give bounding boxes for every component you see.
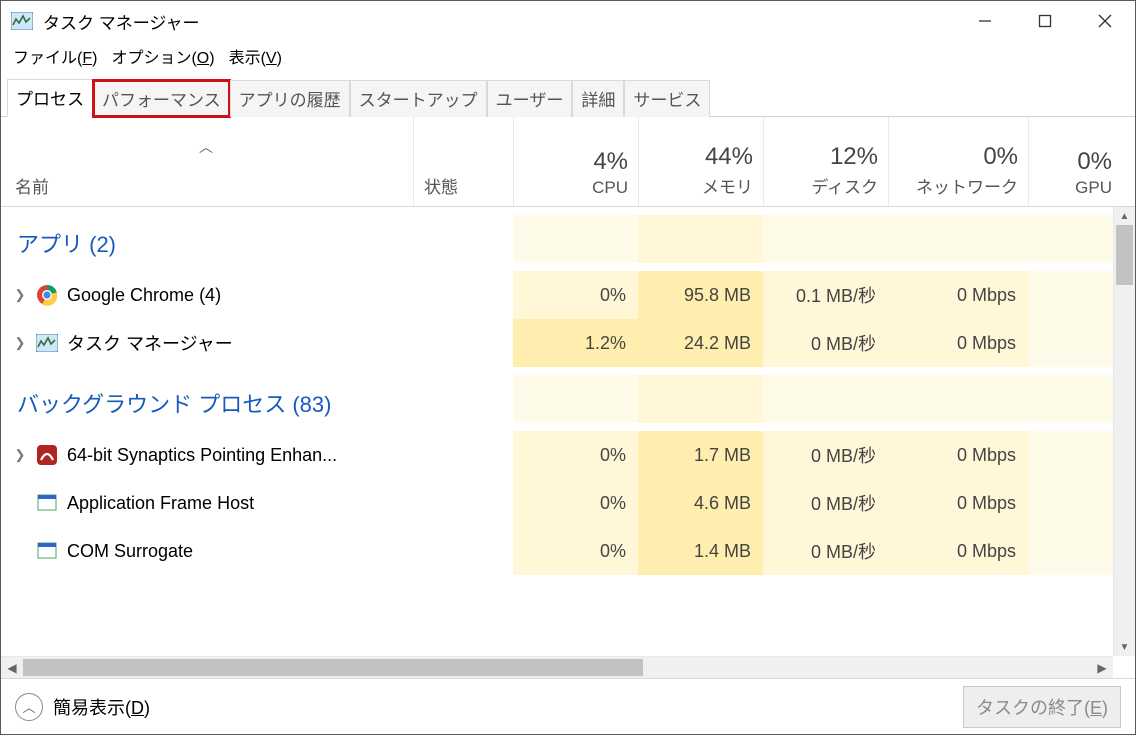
disk-value: 0.1 MB/秒 xyxy=(763,271,888,319)
chevron-up-icon: ︿ xyxy=(15,693,43,721)
cpu-value: 0% xyxy=(513,527,638,575)
process-grid: ︿ 名前 状態 4% CPU 44% メモリ 12% ディスク 0% ネットワー… xyxy=(1,117,1135,678)
end-task-button[interactable]: タスクの終了(E) xyxy=(963,686,1121,728)
process-row[interactable]: ❯ Application Frame Host 0% 4.6 MB 0 MB/… xyxy=(1,479,1113,527)
disk-value: 0 MB/秒 xyxy=(763,319,888,367)
grid-body: アプリ (2) ❯ xyxy=(1,207,1135,656)
network-value: 0 Mbps xyxy=(888,479,1028,527)
maximize-button[interactable] xyxy=(1015,1,1075,41)
menubar: ファイル(F) オプション(O) 表示(V) xyxy=(1,41,1135,71)
process-row[interactable]: ❯ 64-bit Synaptics Pointing Enhan... 0% … xyxy=(1,431,1113,479)
network-value: 0 Mbps xyxy=(888,319,1028,367)
titlebar: タスク マネージャー xyxy=(1,1,1135,41)
memory-value: 24.2 MB xyxy=(638,319,763,367)
memory-value: 95.8 MB xyxy=(638,271,763,319)
scrollbar-thumb[interactable] xyxy=(1116,225,1133,285)
group-background-row: バックグラウンド プロセス (83) xyxy=(1,367,1113,431)
scroll-left-icon[interactable]: ◀ xyxy=(1,657,23,678)
process-row[interactable]: ❯ COM Surrogate 0% 1.4 MB 0 MB/秒 0 M xyxy=(1,527,1113,575)
header-gpu[interactable]: 0% GPU xyxy=(1028,117,1122,206)
scroll-right-icon[interactable]: ▶ xyxy=(1091,657,1113,678)
group-background-header[interactable]: バックグラウンド プロセス (83) xyxy=(1,367,413,431)
disk-value: 0 MB/秒 xyxy=(763,527,888,575)
network-value: 0 Mbps xyxy=(888,527,1028,575)
tab-performance[interactable]: パフォーマンス xyxy=(93,80,230,117)
rows-container: アプリ (2) ❯ xyxy=(1,207,1113,656)
cpu-value: 1.2% xyxy=(513,319,638,367)
row-name-cell: ❯ タスク マネージャー xyxy=(1,319,413,367)
chrome-icon xyxy=(35,283,59,307)
generic-program-icon xyxy=(35,539,59,563)
tab-services[interactable]: サービス xyxy=(624,80,710,117)
tab-details[interactable]: 詳細 xyxy=(572,80,624,117)
tab-startup[interactable]: スタートアップ xyxy=(350,80,487,117)
network-value: 0 Mbps xyxy=(888,271,1028,319)
menu-view[interactable]: 表示(V) xyxy=(225,42,292,70)
footer: ︿ 簡易表示(D) タスクの終了(E) xyxy=(1,678,1135,734)
sort-indicator-icon: ︿ xyxy=(199,137,213,157)
disk-value: 0 MB/秒 xyxy=(763,479,888,527)
process-name: Application Frame Host xyxy=(67,493,254,514)
window-controls xyxy=(955,1,1135,41)
fewer-details-button[interactable]: ︿ 簡易表示(D) xyxy=(15,693,150,721)
header-disk[interactable]: 12% ディスク xyxy=(763,117,888,206)
tab-processes[interactable]: プロセス xyxy=(7,79,93,117)
vertical-scrollbar[interactable]: ▲ ▼ xyxy=(1113,207,1135,656)
task-manager-window: タスク マネージャー ファイル(F) オプション(O) 表示(V) xyxy=(0,0,1136,735)
process-name: Google Chrome (4) xyxy=(67,285,221,306)
tab-app-history[interactable]: アプリの履歴 xyxy=(230,80,350,117)
process-name: 64-bit Synaptics Pointing Enhan... xyxy=(67,445,337,466)
expand-toggle-icon[interactable]: ❯ xyxy=(13,447,27,463)
row-name-cell: ❯ 64-bit Synaptics Pointing Enhan... xyxy=(1,431,413,479)
memory-value: 1.4 MB xyxy=(638,527,763,575)
header-memory[interactable]: 44% メモリ xyxy=(638,117,763,206)
window-title: タスク マネージャー xyxy=(43,9,955,34)
scroll-down-icon[interactable]: ▼ xyxy=(1114,638,1135,656)
row-name-cell: ❯ Application Frame Host xyxy=(1,479,413,527)
tab-users[interactable]: ユーザー xyxy=(487,80,573,117)
close-button[interactable] xyxy=(1075,1,1135,41)
scrollbar-thumb[interactable] xyxy=(23,659,643,676)
horizontal-scrollbar[interactable]: ◀ ▶ xyxy=(1,656,1113,678)
group-apps-row: アプリ (2) xyxy=(1,207,1113,271)
header-network[interactable]: 0% ネットワーク xyxy=(888,117,1028,206)
row-name-cell: ❯ Google Chrome (4) xyxy=(1,271,413,319)
memory-value: 1.7 MB xyxy=(638,431,763,479)
minimize-button[interactable] xyxy=(955,1,1015,41)
menu-options[interactable]: オプション(O) xyxy=(107,42,224,70)
header-cpu[interactable]: 4% CPU xyxy=(513,117,638,206)
cpu-value: 0% xyxy=(513,271,638,319)
expand-toggle-icon[interactable]: ❯ xyxy=(13,335,27,351)
synaptics-icon xyxy=(35,443,59,467)
process-row[interactable]: ❯ タスク マネージャー 1.2% 24.2 MB 0 MB/秒 0 M xyxy=(1,319,1113,367)
group-apps-header[interactable]: アプリ (2) xyxy=(1,207,413,271)
column-headers: ︿ 名前 状態 4% CPU 44% メモリ 12% ディスク 0% ネットワー… xyxy=(1,117,1135,207)
tab-bar: プロセス パフォーマンス アプリの履歴 スタートアップ ユーザー 詳細 サービス xyxy=(1,79,1135,117)
cpu-value: 0% xyxy=(513,431,638,479)
disk-value: 0 MB/秒 xyxy=(763,431,888,479)
row-name-cell: ❯ COM Surrogate xyxy=(1,527,413,575)
scroll-up-icon[interactable]: ▲ xyxy=(1114,207,1135,225)
task-manager-icon xyxy=(35,331,59,355)
process-name: COM Surrogate xyxy=(67,541,193,562)
task-manager-icon xyxy=(11,10,33,32)
process-row[interactable]: ❯ Google Chrome (4) xyxy=(1,271,1113,319)
generic-program-icon xyxy=(35,491,59,515)
menu-file[interactable]: ファイル(F) xyxy=(9,42,107,70)
memory-value: 4.6 MB xyxy=(638,479,763,527)
header-status[interactable]: 状態 xyxy=(413,117,513,206)
header-name[interactable]: ︿ 名前 xyxy=(1,117,413,206)
network-value: 0 Mbps xyxy=(888,431,1028,479)
expand-toggle-icon[interactable]: ❯ xyxy=(13,287,27,303)
cpu-value: 0% xyxy=(513,479,638,527)
process-name: タスク マネージャー xyxy=(67,330,233,356)
